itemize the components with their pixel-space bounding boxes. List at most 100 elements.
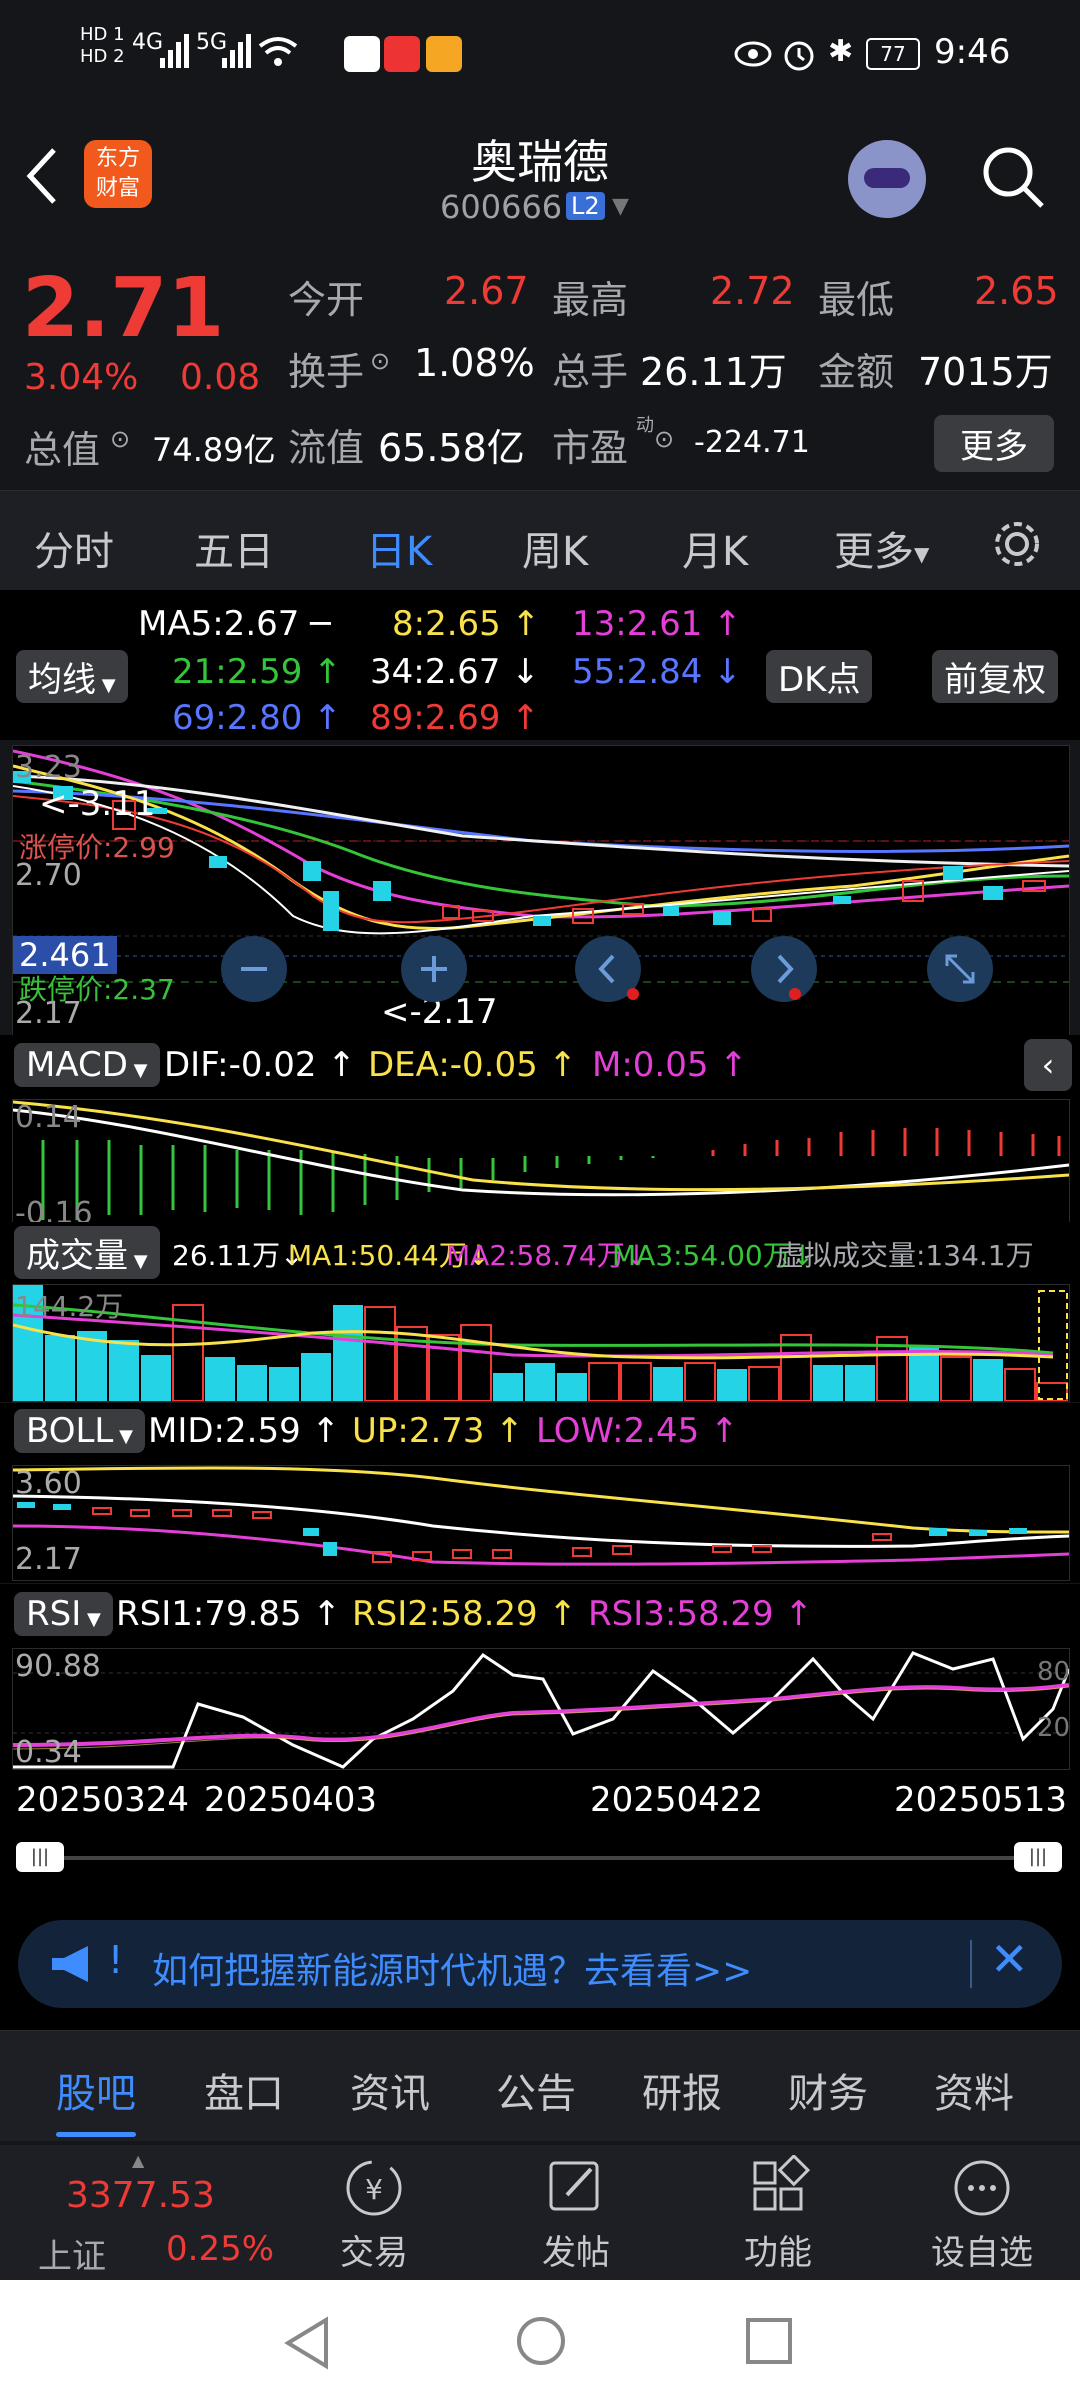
tab-announcements[interactable]: 公告 (496, 2061, 576, 2119)
edit-icon (549, 2161, 599, 2211)
date-label: 20250324 (16, 1780, 190, 1820)
tab-monthly-k[interactable]: 月K (682, 519, 748, 577)
pe-dynamic-mark: 动 (636, 415, 654, 436)
range-scrollbar[interactable]: ||| ||| (0, 1834, 1080, 1884)
low-value: 2.65 (974, 269, 1059, 313)
macd-selector[interactable]: MACD ▼ (14, 1043, 160, 1087)
robot-avatar-icon[interactable] (848, 140, 926, 218)
rsi-selector[interactable]: RSI ▼ (14, 1592, 113, 1636)
range-handle-right[interactable]: ||| (1014, 1842, 1062, 1872)
scroll-right-icon[interactable] (751, 936, 817, 1002)
tab-more[interactable]: 更多▼ (834, 519, 929, 577)
level2-badge[interactable]: L2 (566, 192, 605, 220)
turnover-label: 换手 (288, 350, 365, 394)
index-ticker[interactable]: ▲ 3377.53 上证 0.25% (0, 2145, 290, 2280)
tab-research[interactable]: 研报 (642, 2061, 722, 2119)
low-label: 最低 (818, 278, 895, 322)
macd-dea: DEA:-0.05 ↑ (368, 1045, 578, 1085)
macd-y-top: 0.14 (15, 1100, 82, 1135)
rsi-y-top: 90.88 (15, 1649, 101, 1684)
tab-pankou[interactable]: 盘口 (204, 2061, 284, 2119)
close-icon[interactable]: ✕ (990, 1932, 1029, 1986)
open-value: 2.67 (444, 269, 529, 313)
ma21-label: 21:2.59 ↑ (172, 652, 342, 692)
tab-financials[interactable]: 财务 (788, 2061, 868, 2119)
range-handle-left[interactable]: ||| (16, 1842, 64, 1872)
fq-button[interactable]: 前复权 (932, 650, 1058, 703)
float-value: 65.58亿 (378, 426, 525, 470)
mktcap-value: 74.89亿 (152, 431, 276, 469)
pe-label: 市盈 (552, 426, 629, 470)
boll-mid: MID:2.59 ↑ (148, 1411, 340, 1451)
date-label: 20250403 (204, 1780, 378, 1820)
settings-gear-icon[interactable] (990, 517, 1044, 571)
info-icon[interactable]: ⊙ (110, 425, 130, 453)
add-favorite-button[interactable]: 设自选 (912, 2155, 1052, 2275)
tab-profile[interactable]: 资料 (934, 2061, 1014, 2119)
banner-text[interactable]: 如何把握新能源时代机遇？去看看>> (152, 1942, 752, 1994)
boll-y-bottom: 2.17 (15, 1542, 82, 1577)
index-value: 3377.53 (66, 2175, 215, 2216)
volume-selector[interactable]: 成交量 ▼ (14, 1226, 160, 1279)
ma34-label: 34:2.67 ↓ (370, 652, 540, 692)
tab-news[interactable]: 资讯 (350, 2061, 430, 2119)
rsi2-label: RSI2:58.29 ↑ (352, 1594, 577, 1634)
info-icon[interactable]: ⊙ (370, 347, 390, 375)
more-button[interactable]: 更多 (934, 415, 1054, 472)
collapse-arrow-icon[interactable]: ‹ (1024, 1039, 1072, 1091)
zoom-out-icon[interactable] (221, 936, 287, 1002)
boll-selector[interactable]: BOLL ▼ (14, 1409, 145, 1453)
alert-mark: ! (108, 1938, 124, 1982)
zoom-in-icon[interactable] (401, 936, 467, 1002)
promo-banner[interactable]: ! 如何把握新能源时代机遇？去看看>> ✕ (18, 1920, 1062, 2008)
stock-header: 东方 财富 奥瑞德 600666 L2 ▼ (0, 110, 1080, 245)
macd-chart[interactable]: 0.14 -0.16 (12, 1099, 1070, 1231)
nav-home-icon[interactable] (514, 2314, 568, 2368)
period-tabs: 分时 五日 日K 周K 月K 更多▼ (0, 490, 1080, 601)
tab-5day[interactable]: 五日 (194, 519, 274, 577)
volume-chart[interactable]: 144.2万 (12, 1284, 1070, 1402)
max-price-marker: <-3.11 (39, 784, 156, 824)
rsi-chart[interactable]: 90.88 0.34 80 20 (12, 1648, 1070, 1770)
volume-panel: 成交量 ▼ 26.11万↓ MA1:50.44万↓ MA2:58.74万↓ MA… (0, 1222, 1080, 1402)
nav-back-icon[interactable] (282, 2316, 332, 2370)
date-label: 20250422 (590, 1780, 764, 1820)
nav-recents-icon[interactable] (744, 2316, 794, 2366)
tab-intraday[interactable]: 分时 (34, 519, 114, 577)
rsi-panel: RSI ▼ RSI1:79.85 ↑ RSI2:58.29 ↑ RSI3:58.… (0, 1584, 1080, 1774)
rsi-y-bottom: 0.34 (15, 1735, 82, 1770)
info-icon[interactable]: ⊙ (654, 425, 674, 453)
macd-dif: DIF:-0.02 ↑ (164, 1045, 356, 1085)
tab-daily-k[interactable]: 日K (366, 519, 433, 601)
search-icon[interactable] (980, 144, 1046, 214)
turnover-value: 1.08% (414, 341, 535, 385)
ma-selector[interactable]: 均线 ▼ (16, 650, 128, 703)
fullscreen-icon[interactable] (927, 936, 993, 1002)
tab-weekly-k[interactable]: 周K (522, 519, 588, 577)
system-nav-bar (0, 2280, 1080, 2400)
post-button[interactable]: 发帖 (516, 2155, 636, 2275)
chevron-down-icon[interactable]: ▼ (612, 194, 629, 219)
boll-panel: BOLL ▼ MID:2.59 ↑ UP:2.73 ↑ LOW:2.45 ↑ 3… (0, 1403, 1080, 1583)
amount-value: 7015万 (918, 350, 1053, 394)
float-label: 流值 (288, 426, 365, 470)
ma-legend: MA5:2.67 ─ 8:2.65 ↑ 13:2.61 ↑ 均线 ▼ 21:2.… (0, 590, 1080, 740)
dk-point-button[interactable]: DK点 (766, 650, 873, 703)
bluetooth-icon: ✱ (828, 34, 854, 69)
kline-chart[interactable]: 3.23 2.70 2.17 <-3.11 <-2.17 涨停价:2.99 跌停… (12, 745, 1070, 1037)
tab-guba[interactable]: 股吧 (56, 2061, 136, 2137)
more-dots-icon (954, 2160, 1010, 2216)
change-amount: 0.08 (180, 357, 261, 398)
trade-button[interactable]: ¥ 交易 (314, 2155, 434, 2275)
volume-current: 26.11万↓ (172, 1239, 304, 1272)
scroll-left-icon[interactable] (575, 936, 641, 1002)
functions-button[interactable]: 功能 (718, 2153, 838, 2275)
virtual-volume: 虚拟成交量:134.1万 (776, 1239, 1034, 1272)
ma13-label: 13:2.61 ↑ (572, 604, 742, 644)
functions-label: 功能 (744, 2233, 812, 2273)
change-pct: 3.04% (24, 357, 139, 398)
ma69-label: 69:2.80 ↑ (172, 698, 342, 738)
trade-label: 交易 (340, 2233, 408, 2273)
boll-chart[interactable]: 3.60 2.17 (12, 1465, 1070, 1581)
index-name: 上证 (38, 2237, 106, 2277)
